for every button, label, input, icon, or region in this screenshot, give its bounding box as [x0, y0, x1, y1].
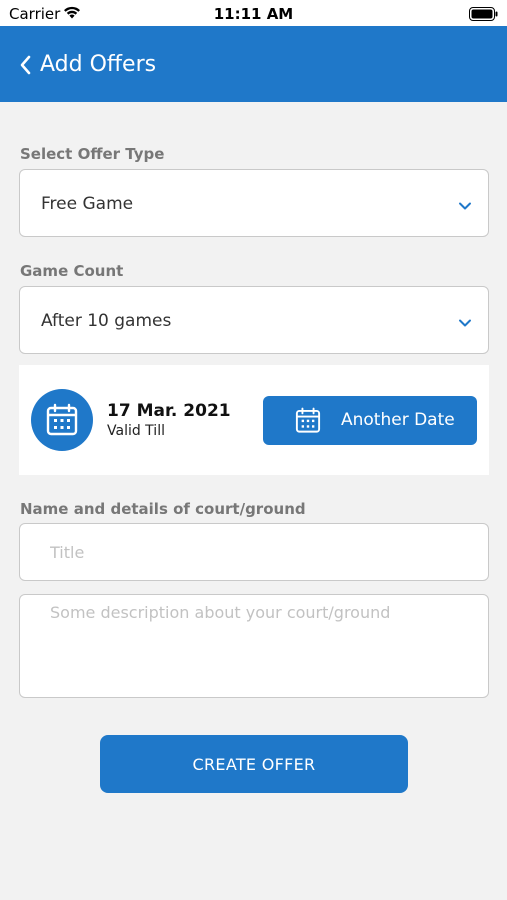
create-offer-label: CREATE OFFER — [192, 755, 316, 774]
description-input[interactable] — [19, 594, 489, 698]
chevron-left-icon[interactable] — [18, 54, 34, 76]
game-count-select[interactable]: After 10 games — [19, 286, 489, 354]
title-input[interactable] — [19, 523, 489, 581]
calendar-icon — [295, 407, 321, 433]
valid-till-card: 17 Mar. 2021 Valid Till Another Date — [19, 365, 489, 475]
create-offer-button[interactable]: CREATE OFFER — [100, 735, 408, 793]
calendar-icon — [31, 389, 93, 451]
chevron-down-icon — [458, 315, 472, 333]
game-count-value: After 10 games — [41, 311, 172, 331]
offer-type-label: Select Offer Type — [20, 145, 165, 163]
page-title: Add Offers — [40, 52, 157, 77]
offer-type-value: Free Game — [41, 194, 134, 214]
game-count-label: Game Count — [20, 262, 124, 280]
court-details-label: Name and details of court/ground — [20, 500, 306, 518]
another-date-button[interactable]: Another Date — [263, 396, 477, 445]
another-date-label: Another Date — [341, 410, 455, 430]
chevron-down-icon — [458, 198, 472, 216]
offer-type-select[interactable]: Free Game — [19, 169, 489, 237]
nav-bar: Add Offers — [0, 26, 507, 102]
valid-till-caption: Valid Till — [107, 423, 165, 439]
valid-till-date: 17 Mar. 2021 — [107, 401, 231, 421]
status-bar: Carrier 11:11 AM — [0, 0, 507, 26]
battery-icon — [469, 6, 499, 25]
clock-time: 11:11 AM — [213, 5, 294, 23]
